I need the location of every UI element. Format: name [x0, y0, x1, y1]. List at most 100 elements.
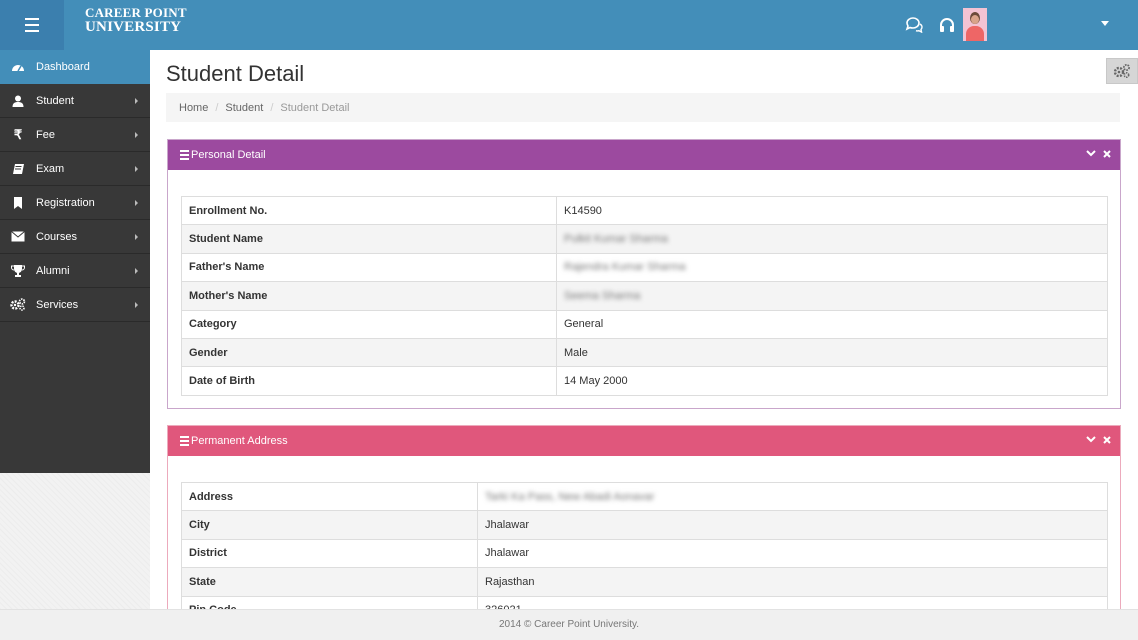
- brand-line-2: UNIVERSITY: [85, 19, 182, 35]
- dashboard-icon: [0, 61, 36, 73]
- envelope-icon: [0, 231, 36, 242]
- field-value: Rajendra Kumar Sharma: [556, 252, 1108, 283]
- collapse-chevron-icon[interactable]: [1085, 148, 1096, 159]
- sidebar-item-label: Services: [36, 298, 79, 311]
- table-row: Address Tarki Ka Pass, New Abadi Aonavar: [181, 481, 1108, 512]
- gears-icon: [1113, 64, 1130, 79]
- sidebar: Dashboard Student ₹ Fee Exam Registratio…: [0, 50, 150, 473]
- chevron-right-icon: [135, 200, 138, 206]
- field-value: Pulkit Kumar Sharma: [556, 224, 1108, 254]
- sidebar-item-label: Courses: [36, 230, 77, 243]
- field-value: Tarki Ka Pass, New Abadi Aonavar: [477, 481, 1108, 512]
- field-value: Seema Sharma: [556, 281, 1108, 311]
- field-value-text: K14590: [564, 204, 602, 217]
- table-row: Father's Name Rajendra Kumar Sharma: [181, 252, 1108, 283]
- headset-icon[interactable]: [937, 15, 957, 35]
- chevron-right-icon: [135, 166, 138, 172]
- brand-line-1: CAREER POINT: [85, 5, 187, 20]
- table-row: Date of Birth 14 May 2000: [181, 366, 1108, 396]
- close-icon[interactable]: [1101, 434, 1112, 445]
- personal-detail-panel: Personal Detail Enrollment No. K14590 Stud…: [167, 139, 1121, 409]
- permanent-address-panel: Permanent Address Address Tarki Ka Pass, …: [167, 425, 1121, 609]
- sidebar-item-label: Dashboard: [36, 60, 90, 73]
- menu-toggle-button[interactable]: [0, 0, 64, 50]
- field-value: Male: [556, 337, 1108, 368]
- sidebar-item-alumni[interactable]: Alumni: [0, 254, 150, 288]
- breadcrumb-home[interactable]: Home: [179, 102, 208, 114]
- field-value-text: Pulkit Kumar Sharma: [564, 233, 668, 246]
- field-label: Enrollment No.: [181, 195, 557, 226]
- field-value: K14590: [556, 195, 1108, 226]
- field-label: Gender: [181, 337, 557, 368]
- rupee-icon: ₹: [13, 126, 23, 142]
- sidebar-item-label: Alumni: [36, 264, 70, 277]
- breadcrumb-separator: /: [215, 101, 219, 114]
- breadcrumb-current: Student Detail: [280, 101, 350, 114]
- table-row: Category General: [181, 309, 1108, 339]
- sidebar-item-fee[interactable]: ₹ Fee: [0, 118, 150, 152]
- field-value: 326021: [477, 595, 1108, 609]
- field-label: Pin Code: [181, 595, 478, 609]
- field-value-text: Rajasthan: [485, 575, 535, 588]
- user-avatar[interactable]: [963, 8, 987, 41]
- field-value-text: General: [564, 318, 604, 331]
- field-label: State: [181, 567, 478, 597]
- user-menu-caret-icon[interactable]: [1101, 21, 1109, 26]
- sidebar-item-registration[interactable]: Registration: [0, 186, 150, 220]
- field-value-text: Male: [564, 346, 588, 359]
- panel-title: Permanent Address: [191, 435, 288, 447]
- field-label: Category: [181, 309, 557, 339]
- panel-header: Permanent Address: [168, 426, 1120, 456]
- sidebar-item-label: Student: [36, 94, 74, 107]
- settings-button[interactable]: [1106, 58, 1138, 84]
- main-content: Student Detail Home / Student / Student …: [150, 50, 1138, 609]
- breadcrumb: Home / Student / Student Detail: [166, 93, 1120, 122]
- sidebar-item-student[interactable]: Student: [0, 84, 150, 118]
- field-value: Rajasthan: [477, 567, 1108, 597]
- sidebar-item-dashboard[interactable]: Dashboard: [0, 50, 150, 84]
- field-value-text: Tarki Ka Pass, New Abadi Aonavar: [485, 490, 655, 503]
- table-row: Enrollment No. K14590: [181, 195, 1108, 226]
- table-row: Student Name Pulkit Kumar Sharma: [181, 224, 1108, 254]
- chevron-right-icon: [135, 234, 138, 240]
- chevron-right-icon: [135, 98, 138, 104]
- field-value: General: [556, 309, 1108, 339]
- breadcrumb-student[interactable]: Student: [225, 102, 263, 114]
- chevron-right-icon: [135, 302, 138, 308]
- bars-icon: [180, 435, 189, 447]
- table-row: Pin Code326021: [181, 595, 1108, 609]
- sidebar-item-courses[interactable]: Courses: [0, 220, 150, 254]
- panel-header: Personal Detail: [168, 140, 1120, 170]
- field-value-text: Jhalawar: [485, 547, 530, 560]
- sidebar-item-exam[interactable]: Exam: [0, 152, 150, 186]
- bars-icon: [180, 149, 189, 161]
- sidebar-item-label: Registration: [36, 196, 95, 209]
- field-value-text: Rajendra Kumar Sharma: [564, 261, 686, 274]
- gears-icon: [0, 298, 36, 311]
- table-row: State Rajasthan: [181, 567, 1108, 597]
- field-value: Jhalawar: [477, 538, 1108, 569]
- field-value-text: 14 May 2000: [564, 375, 628, 388]
- table-row: Gender Male: [181, 337, 1108, 368]
- collapse-chevron-icon[interactable]: [1085, 434, 1096, 445]
- breadcrumb-separator: /: [270, 101, 274, 114]
- bookmark-icon: [0, 196, 36, 209]
- field-label: Mother's Name: [181, 281, 557, 311]
- field-label: Date of Birth: [181, 366, 557, 396]
- field-label: City: [181, 510, 478, 540]
- trophy-icon: [0, 264, 36, 277]
- field-value: Jhalawar: [477, 510, 1108, 540]
- field-value-text: Jhalawar: [485, 519, 530, 532]
- table-row: City Jhalawar: [181, 510, 1108, 540]
- sidebar-item-label: Exam: [36, 162, 65, 175]
- sidebar-item-label: Fee: [36, 128, 55, 141]
- field-label: Student Name: [181, 224, 557, 254]
- user-icon: [0, 95, 36, 107]
- field-value: 14 May 2000: [556, 366, 1108, 396]
- sidebar-item-services[interactable]: Services: [0, 288, 150, 322]
- close-icon[interactable]: [1101, 148, 1112, 159]
- top-navbar: CAREER POINT UNIVERSITY: [0, 0, 1138, 50]
- chat-icon[interactable]: [904, 15, 924, 35]
- brand-logo[interactable]: CAREER POINT UNIVERSITY: [85, 5, 187, 35]
- permanent-address-table: Address Tarki Ka Pass, New Abadi Aonavar C…: [181, 481, 1108, 609]
